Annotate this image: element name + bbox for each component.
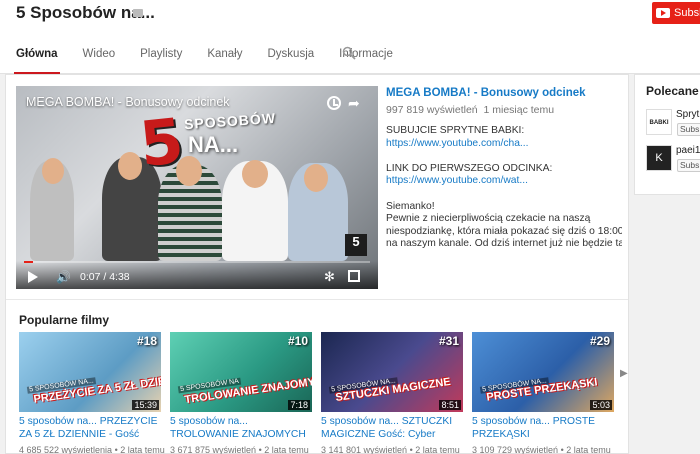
- description-line: na naszym kanale. Od dziś internet już n…: [386, 238, 622, 250]
- recommended-channel[interactable]: K paei1 Subs: [646, 145, 700, 175]
- video-age: 2 lata temu: [264, 445, 309, 454]
- main-content: 5 SPOSOBÓW NA... MEGA BOMBA! - Bonusowy …: [5, 74, 629, 454]
- tab-playlisty[interactable]: Playlisty: [140, 48, 182, 74]
- person-head: [42, 158, 64, 184]
- person-head: [118, 152, 142, 180]
- thumbnail-logo-5: 5: [136, 103, 187, 182]
- description-line: Siemanko!: [386, 200, 435, 212]
- search-icon[interactable]: [342, 46, 356, 60]
- video-card[interactable]: 5 SPOSOBÓW NA... SZTUCZKI MAGICZNE #31 8…: [321, 332, 463, 454]
- time-display: 0:07 / 4:38: [80, 271, 130, 283]
- watch-later-icon[interactable]: [327, 96, 341, 110]
- recommended-channels: Polecane BABKI Spryt Subs K paei1 Subs: [634, 74, 700, 195]
- upload-age: 1 miesiąc temu: [483, 104, 555, 116]
- video-views: 4 685 522 wyświetlenia: [19, 445, 113, 454]
- volume-icon[interactable]: 🔊: [56, 270, 71, 284]
- tab-glowna[interactable]: Główna: [14, 48, 60, 75]
- video-player[interactable]: 5 SPOSOBÓW NA... MEGA BOMBA! - Bonusowy …: [16, 86, 378, 289]
- person-head: [242, 160, 268, 188]
- subscribe-label: Subskrybuj: [674, 7, 700, 19]
- episode-number: #18: [136, 334, 157, 348]
- video-age: 2 lata temu: [566, 445, 611, 454]
- episode-number: #31: [438, 334, 459, 348]
- progress-bar[interactable]: [24, 261, 370, 263]
- popular-videos-shelf: 5 SPOSOBÓW NA... PRZEŻYCIE ZA 5 ZŁ DZIEN…: [19, 332, 624, 454]
- verified-badge-icon: [133, 9, 143, 17]
- description-line: Pewnie z niecierpliwością czekacie na na…: [386, 213, 591, 225]
- video-title[interactable]: 5 sposobów na... SZTUCZKI MAGICZNE Gość:…: [321, 416, 463, 441]
- video-meta: 3 109 729 wyświetleń • 2 lata temu: [472, 445, 611, 454]
- description-line: LINK DO PIERWSZEGO ODCINKA:: [386, 162, 553, 174]
- episode-number: #10: [287, 334, 308, 348]
- description-line: niespodziankę, która miała pokazać się d…: [386, 225, 622, 237]
- settings-icon[interactable]: ✻: [324, 269, 335, 285]
- share-icon[interactable]: ➦: [348, 95, 360, 112]
- video-thumbnail[interactable]: 5 SPOSOBÓW NA TROLOWANIE ZNAJOMYCH #10 7…: [170, 332, 312, 412]
- episode-number: #29: [589, 334, 610, 348]
- video-meta: 3 671 875 wyświetleń • 2 lata temu: [170, 445, 309, 454]
- progress-fill: [24, 261, 33, 263]
- video-duration: 8:51: [439, 400, 461, 410]
- description-line: SUBUJCIE SPRYTNE BABKI:: [386, 125, 525, 136]
- featured-description: SUBUJCIE SPRYTNE BABKI: https://www.yout…: [386, 125, 622, 251]
- featured-video-meta: 997 819 wyświetleń 1 miesiąc temu: [386, 104, 622, 116]
- video-duration: 7:18: [288, 400, 310, 410]
- featured-video-title[interactable]: MEGA BOMBA! - Bonusowy odcinek: [386, 87, 622, 99]
- video-views: 3 671 875 wyświetleń: [170, 445, 257, 454]
- tab-dyskusja[interactable]: Dyskusja: [268, 48, 315, 74]
- video-age: 2 lata temu: [415, 445, 460, 454]
- tab-kanaly[interactable]: Kanały: [207, 48, 242, 74]
- description-blank: [386, 150, 622, 163]
- video-title[interactable]: 5 sposobów na... PRZEŻYCIE ZA 5 ZŁ DZIEN…: [19, 416, 161, 441]
- channel-subscribe-button[interactable]: Subs: [677, 123, 700, 136]
- video-views: 3 109 729 wyświetleń: [472, 445, 559, 454]
- channel-name[interactable]: paei1: [676, 145, 700, 156]
- sidebar-title: Polecane: [646, 84, 699, 98]
- video-card[interactable]: 5 SPOSOBÓW NA... PRZEŻYCIE ZA 5 ZŁ DZIEN…: [19, 332, 165, 454]
- tab-wideo[interactable]: Wideo: [83, 48, 116, 74]
- video-duration: 5:03: [590, 400, 612, 410]
- video-meta: 4 685 522 wyświetlenia • 2 lata temu: [19, 445, 165, 454]
- section-divider: [6, 299, 628, 300]
- popular-section-title[interactable]: Popularne filmy: [19, 313, 109, 327]
- featured-video-info: MEGA BOMBA! - Bonusowy odcinek 997 819 w…: [386, 87, 622, 251]
- video-meta: 3 141 801 wyświetleń • 2 lata temu: [321, 445, 460, 454]
- channel-avatar[interactable]: K: [646, 145, 672, 171]
- view-count: 997 819 wyświetleń: [386, 104, 478, 116]
- channel-tabs: Główna Wideo Playlisty Kanały Dyskusja I…: [14, 48, 418, 75]
- video-title[interactable]: 5 sposobów na... TROLOWANIE ZNAJOMYCH: [170, 416, 312, 441]
- channel-watermark-icon[interactable]: 5: [345, 234, 367, 256]
- youtube-logo-icon: [656, 8, 670, 18]
- play-icon[interactable]: [28, 271, 38, 283]
- video-thumbnail[interactable]: 5 SPOSOBÓW NA... SZTUCZKI MAGICZNE #31 8…: [321, 332, 463, 412]
- video-card[interactable]: 5 SPOSOBÓW NA... PROSTE PRZEKĄSKI #29 5:…: [472, 332, 614, 454]
- channel-subscribe-button[interactable]: Subs: [677, 159, 700, 172]
- description-link[interactable]: https://www.youtube.com/cha...: [386, 138, 622, 151]
- video-thumbnail[interactable]: 5 SPOSOBÓW NA... PROSTE PRZEKĄSKI #29 5:…: [472, 332, 614, 412]
- video-title[interactable]: 5 sposobów na... PROSTE PRZEKĄSKI: [472, 416, 614, 441]
- channel-name[interactable]: Spryt: [676, 109, 699, 120]
- description-blank: [386, 188, 622, 201]
- shelf-next-arrow-icon[interactable]: ▶: [620, 368, 628, 379]
- fullscreen-icon[interactable]: [348, 270, 360, 282]
- description-link[interactable]: https://www.youtube.com/wat...: [386, 175, 622, 188]
- thumbnail-logo-na: NA...: [188, 132, 239, 157]
- video-thumbnail[interactable]: 5 SPOSOBÓW NA... PRZEŻYCIE ZA 5 ZŁ DZIEN…: [19, 332, 161, 412]
- player-title[interactable]: MEGA BOMBA! - Bonusowy odcinek: [26, 95, 230, 109]
- player-controls: 🔊 0:07 / 4:38 ✻: [16, 261, 378, 289]
- subscribe-button[interactable]: Subskrybuj: [652, 2, 700, 24]
- channel-header: 5 Sposobów na... Subskrybuj Główna Wideo…: [0, 0, 700, 75]
- video-views: 3 141 801 wyświetleń: [321, 445, 408, 454]
- channel-avatar[interactable]: BABKI: [646, 109, 672, 135]
- video-duration: 15:39: [132, 400, 159, 410]
- person-head: [304, 164, 328, 192]
- recommended-channel[interactable]: BABKI Spryt Subs: [646, 109, 700, 139]
- video-age: 2 lata temu: [120, 445, 165, 454]
- video-card[interactable]: 5 SPOSOBÓW NA TROLOWANIE ZNAJOMYCH #10 7…: [170, 332, 312, 454]
